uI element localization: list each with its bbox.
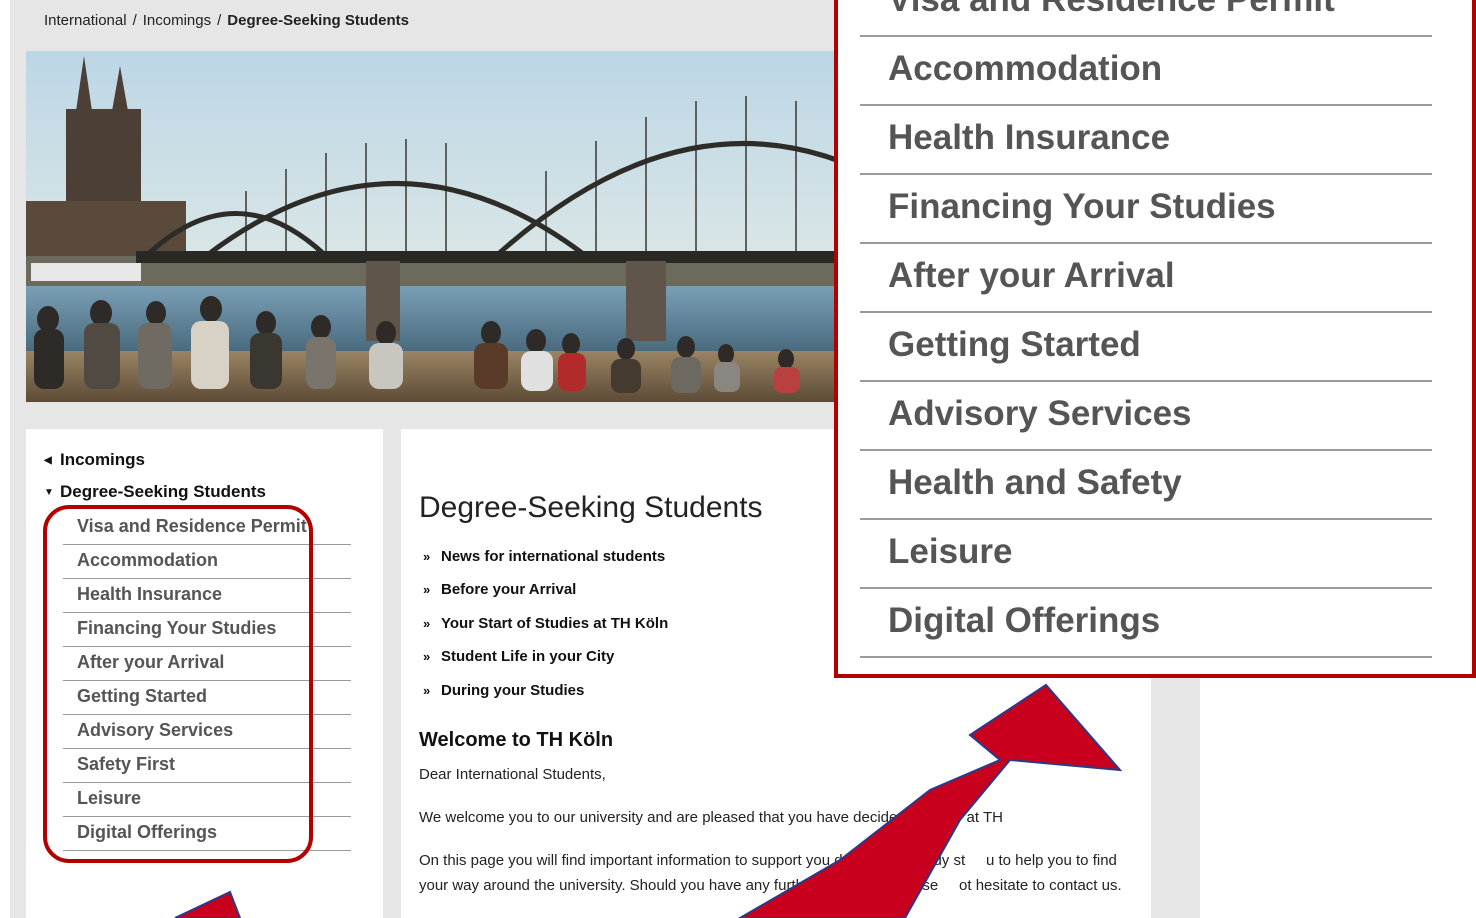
annotation-arrows bbox=[174, 683, 1123, 918]
curved-arrow-right bbox=[738, 683, 1123, 918]
arrow-left bbox=[174, 890, 242, 918]
